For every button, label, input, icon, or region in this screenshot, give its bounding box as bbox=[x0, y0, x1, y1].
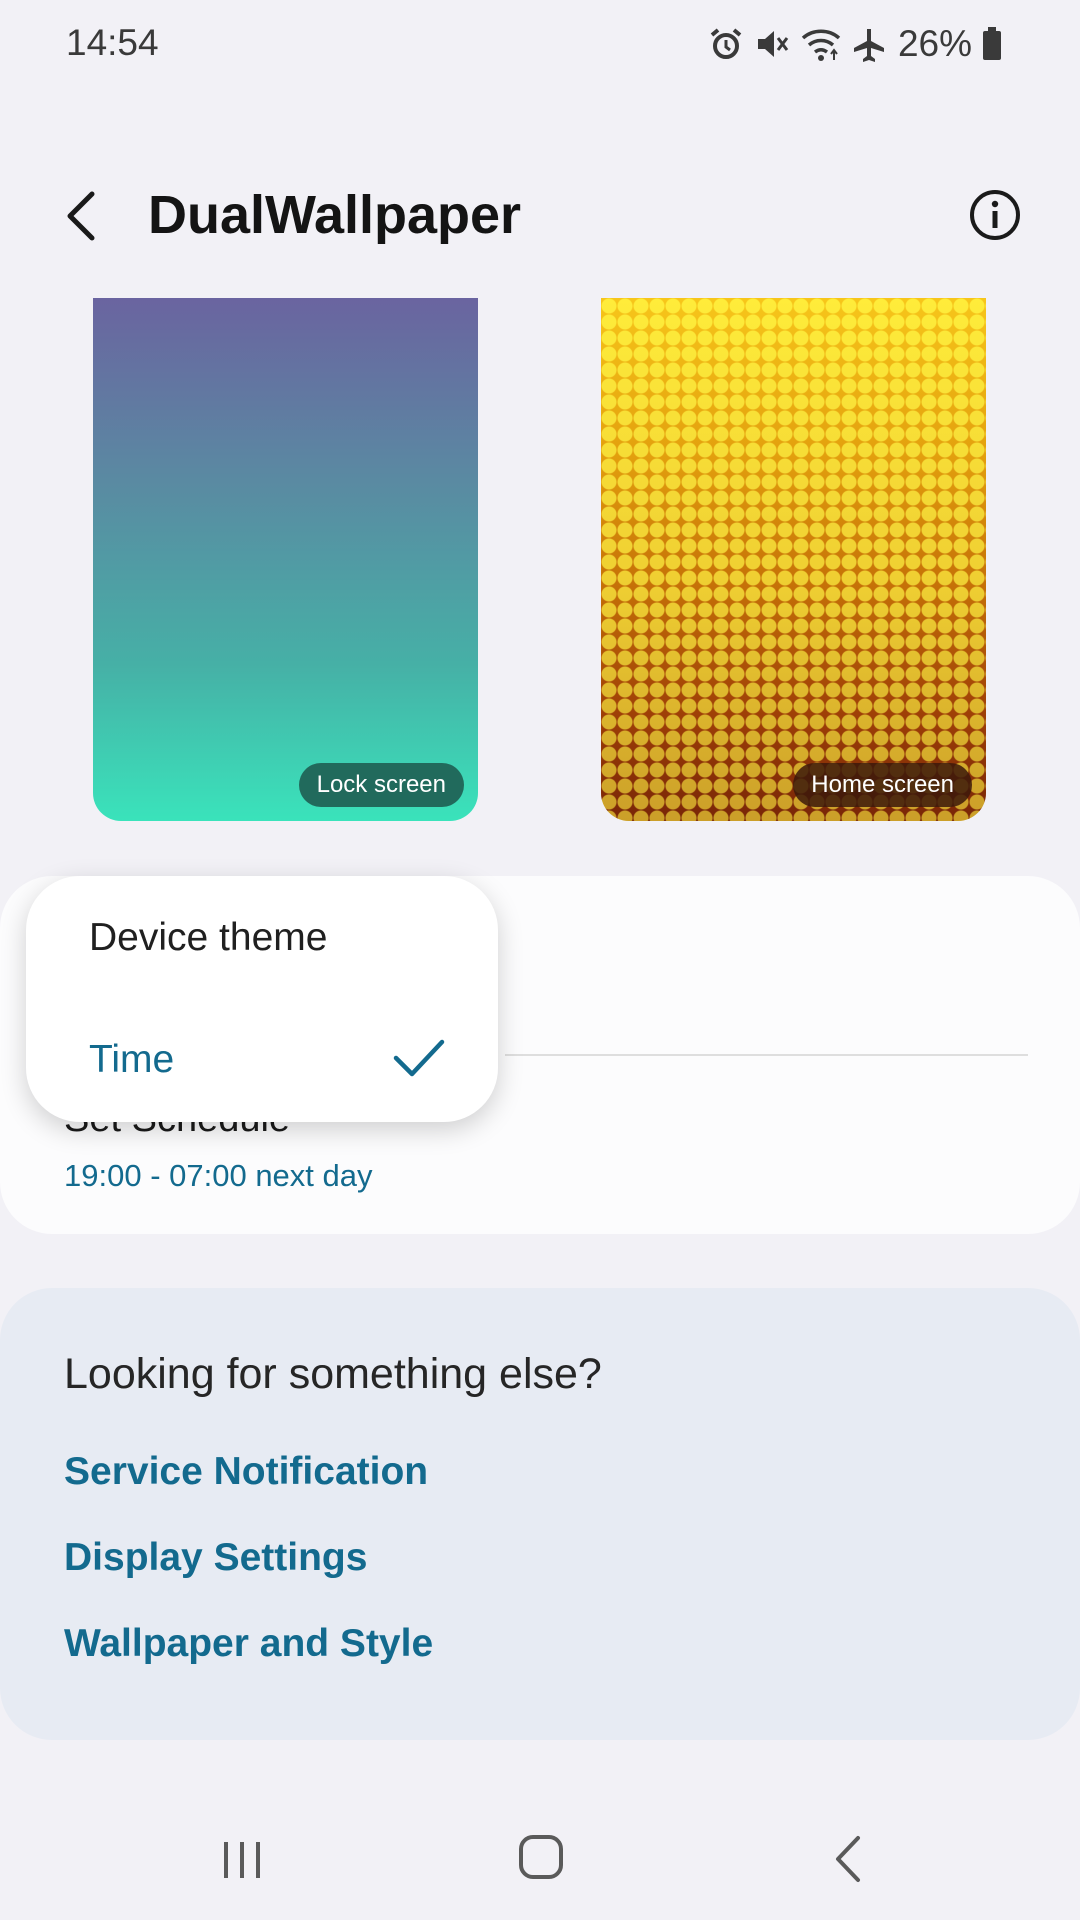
status-bar: 14:54 26% bbox=[0, 0, 1080, 90]
battery-icon bbox=[983, 27, 1001, 60]
link-wallpaper-and-style[interactable]: Wallpaper and Style bbox=[64, 1622, 433, 1666]
back-button[interactable] bbox=[58, 186, 108, 246]
lock-screen-label: Lock screen bbox=[298, 763, 464, 807]
recents-button[interactable] bbox=[220, 1838, 264, 1882]
link-service-notification[interactable]: Service Notification bbox=[64, 1450, 428, 1494]
home-button[interactable] bbox=[518, 1834, 564, 1880]
check-icon bbox=[393, 1039, 445, 1077]
set-schedule-value: 19:00 - 07:00 next day bbox=[64, 1158, 373, 1193]
nav-back-button[interactable] bbox=[830, 1834, 866, 1884]
divider bbox=[505, 1054, 1028, 1056]
link-display-settings[interactable]: Display Settings bbox=[64, 1536, 367, 1580]
mute-icon bbox=[757, 31, 789, 57]
info-button[interactable] bbox=[968, 188, 1022, 242]
status-time: 14:54 bbox=[66, 22, 159, 63]
wifi-icon bbox=[801, 29, 841, 61]
airplane-icon bbox=[853, 29, 884, 62]
alarm-icon bbox=[710, 28, 742, 59]
app-bar: DualWallpaper bbox=[0, 160, 1080, 270]
battery-percent: 26% bbox=[897, 23, 972, 64]
nav-bar bbox=[0, 1800, 1080, 1920]
help-title: Looking for something else? bbox=[64, 1350, 602, 1398]
menu-item-device-theme[interactable]: Device theme bbox=[89, 916, 327, 960]
page-title: DualWallpaper bbox=[148, 185, 522, 245]
lock-screen-preview[interactable]: Lock screen bbox=[93, 298, 478, 821]
menu-item-time[interactable]: Time bbox=[89, 1038, 174, 1082]
status-icons: 26% bbox=[708, 20, 1002, 68]
home-screen-label: Home screen bbox=[793, 763, 972, 807]
popup-menu: Device theme Time bbox=[26, 876, 498, 1122]
home-screen-preview[interactable]: Home screen bbox=[601, 298, 986, 821]
